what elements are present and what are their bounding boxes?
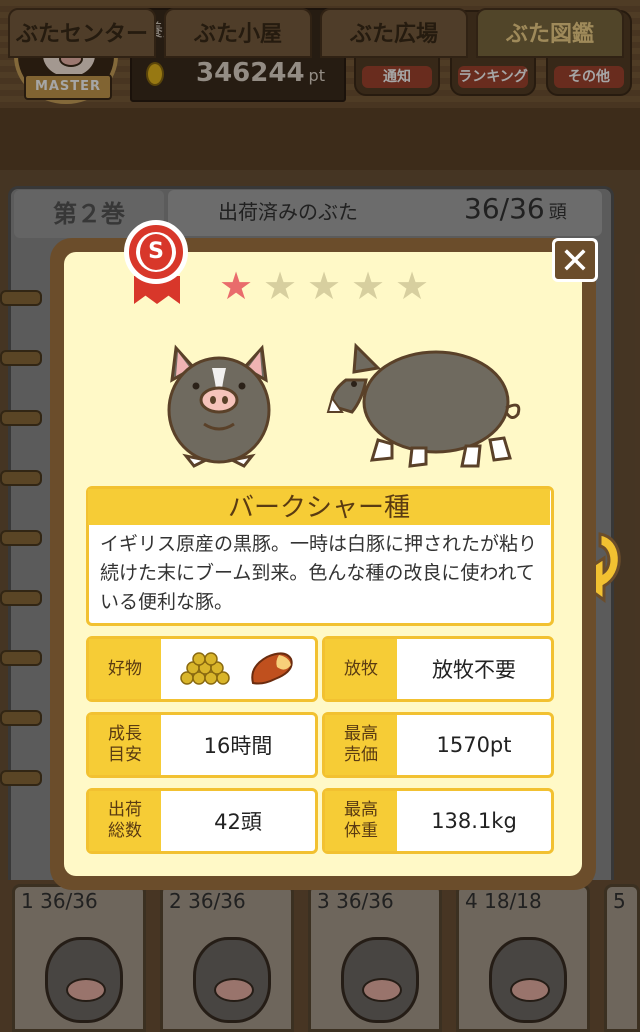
stat-label: 成長 目安	[89, 715, 161, 775]
rarity-star-empty-icon: ★	[394, 264, 430, 308]
grain-pile-icon	[180, 652, 230, 685]
rarity-star-empty-icon: ★	[262, 264, 298, 308]
stat-value: 放牧不要	[432, 658, 516, 682]
sweet-potato-icon	[251, 652, 293, 685]
rarity-star-empty-icon: ★	[306, 264, 342, 308]
stat-value: 42頭	[214, 810, 262, 834]
rank-letter: S	[140, 234, 172, 270]
stat-shipped-total: 出荷 総数 42頭	[86, 788, 318, 854]
stat-value: 16時間	[203, 734, 273, 758]
stat-value: 1570pt	[436, 733, 512, 757]
stat-max-price: 最高 売価 1570pt	[322, 712, 554, 778]
breed-description: イギリス原産の黒豚。一時は白豚に押されたが粘り続けた末にブーム到来。色んな種の改…	[100, 533, 538, 613]
favorite-foods	[161, 639, 315, 699]
stat-favorite: 好物	[86, 636, 318, 702]
close-button[interactable]: ✕	[552, 238, 598, 282]
stat-label: 最高 売価	[325, 715, 397, 775]
stat-label: 好物	[89, 639, 161, 699]
stat-value: 138.1kg	[431, 809, 517, 833]
stat-label: 放牧	[325, 639, 397, 699]
stat-grazing: 放牧 放牧不要	[322, 636, 554, 702]
rarity-star-empty-icon: ★	[350, 264, 386, 308]
stat-label: 出荷 総数	[89, 791, 161, 851]
stat-max-weight: 最高 体重 138.1kg	[322, 788, 554, 854]
pig-front-illustration	[167, 344, 271, 468]
breed-name: バークシャー種	[88, 489, 550, 525]
stat-label: 最高 体重	[325, 791, 397, 851]
stat-growth-time: 成長 目安 16時間	[86, 712, 318, 778]
close-icon: ✕	[559, 241, 591, 282]
rarity-star-filled-icon: ★	[218, 264, 254, 308]
pig-side-illustration	[326, 342, 521, 468]
